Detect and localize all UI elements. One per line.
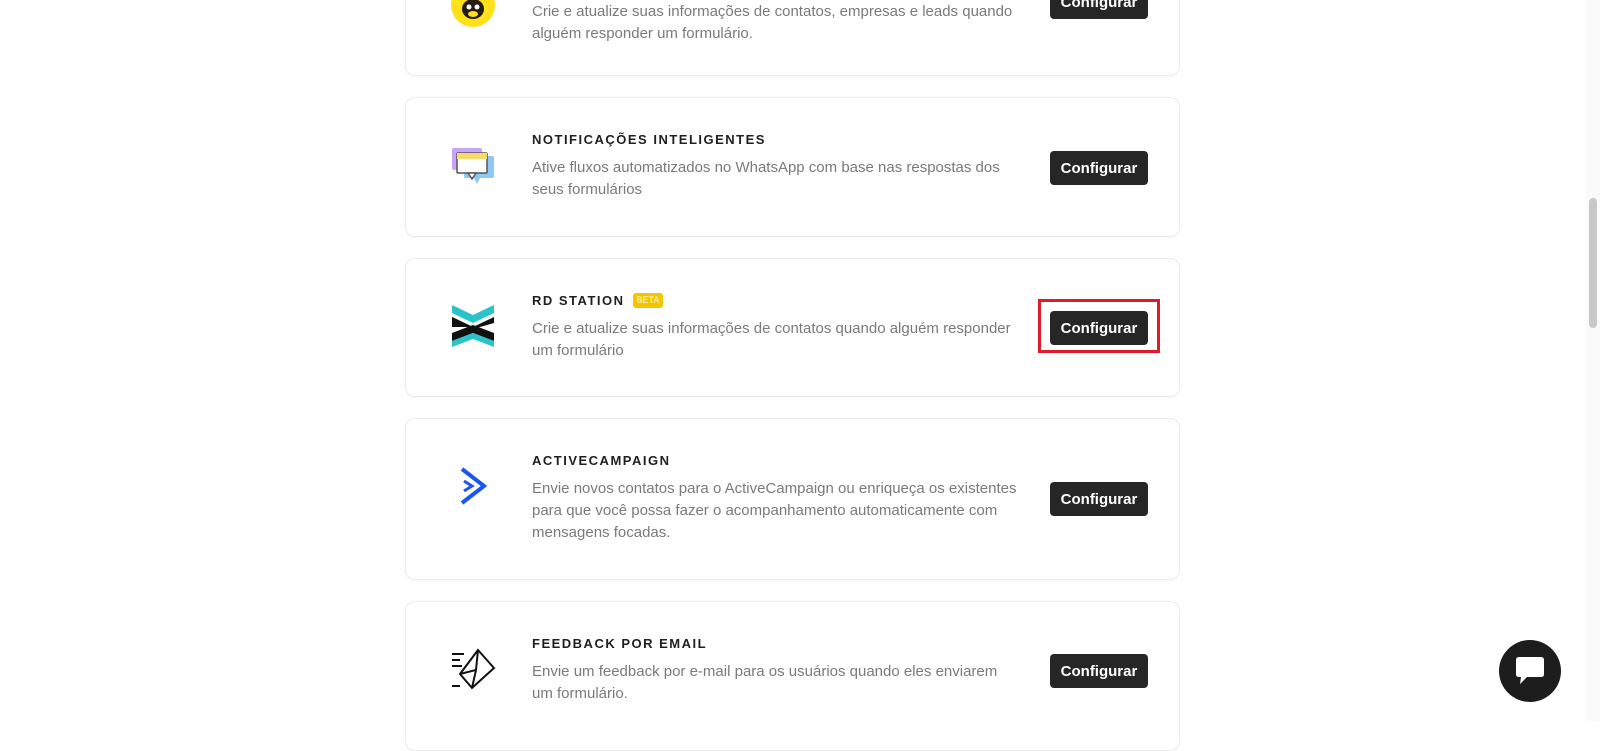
email-send-icon <box>450 646 496 692</box>
chat-icon <box>1516 657 1544 684</box>
configure-button-email-feedback[interactable]: Configurar <box>1050 654 1148 688</box>
configure-button-smart-notifications[interactable]: Configurar <box>1050 151 1148 185</box>
integration-description: Crie e atualize suas informações de cont… <box>532 320 1011 359</box>
beta-badge: BETA <box>632 293 664 308</box>
integration-card-rd-station: RD STATION BETA Crie e atualize suas inf… <box>405 258 1180 397</box>
configure-button-activecampaign[interactable]: Configurar <box>1050 482 1148 516</box>
integration-description: Envie novos contatos para o ActiveCampai… <box>532 480 1017 541</box>
scrollbar[interactable] <box>1586 0 1600 721</box>
integration-card-smart-notifications: NOTIFICAÇÕES INTELIGENTES Ative fluxos a… <box>405 97 1180 237</box>
integration-description: Envie um feedback por e-mail para os usu… <box>532 663 998 702</box>
chat-widget-button[interactable] <box>1499 640 1561 702</box>
configure-button-mailchimp[interactable]: Configurar <box>1050 0 1148 19</box>
activecampaign-icon <box>450 463 496 509</box>
scrollbar-thumb[interactable] <box>1589 198 1597 328</box>
mailchimp-icon <box>450 0 496 33</box>
integration-title: RD STATION BETA <box>532 293 1022 308</box>
integration-card-activecampaign: ACTIVECAMPAIGN Envie novos contatos para… <box>405 418 1180 580</box>
integration-description: Crie e atualize suas informações de cont… <box>532 3 1013 42</box>
integration-card-mailchimp: Crie e atualize suas informações de cont… <box>405 0 1180 76</box>
integration-title: FEEDBACK POR EMAIL <box>532 636 708 651</box>
integration-card-email-feedback: FEEDBACK POR EMAIL Envie um feedback por… <box>405 601 1180 751</box>
rd-station-icon <box>450 303 496 349</box>
integration-title: ACTIVECAMPAIGN <box>532 453 671 468</box>
integration-description: Ative fluxos automatizados no WhatsApp c… <box>532 159 1000 198</box>
integration-title: NOTIFICAÇÕES INTELIGENTES <box>532 132 766 147</box>
chat-bubbles-icon <box>450 144 496 190</box>
integration-title-text: RD STATION <box>532 293 625 308</box>
highlight-box <box>1038 299 1160 353</box>
